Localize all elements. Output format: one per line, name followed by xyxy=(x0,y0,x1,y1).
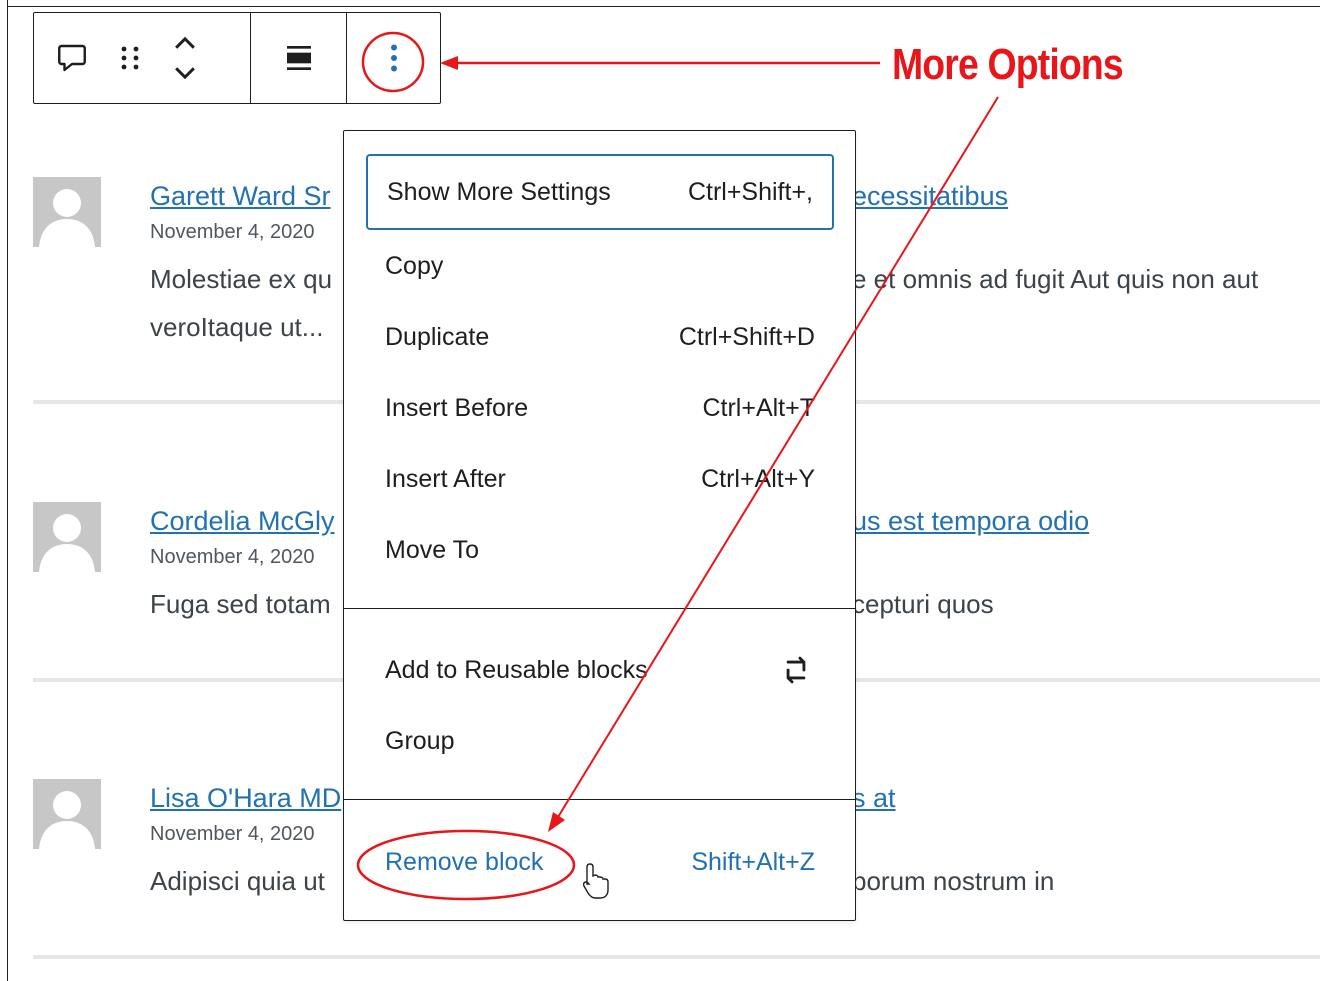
drag-handle-icon xyxy=(121,46,139,70)
comment-author-link[interactable]: Garett Ward Sr xyxy=(150,181,331,212)
avatar xyxy=(33,177,101,247)
annotation-label-more-options: More Options xyxy=(892,40,1124,89)
menu-item-label: Remove block xyxy=(385,847,544,876)
menu-item-label: Add to Reusable blocks xyxy=(385,655,648,684)
comment-excerpt-tail: cepturi quos xyxy=(852,589,994,619)
comment-excerpt: Molestiae ex qu veroItaque ut... xyxy=(150,255,332,351)
menu-item-group[interactable]: Group xyxy=(366,712,834,770)
menu-item-remove-block[interactable]: Remove block Shift+Alt+Z xyxy=(366,833,834,891)
align-icon xyxy=(286,46,311,70)
comment-excerpt: Fuga sed totam xyxy=(150,580,331,628)
comment-excerpt-line: Adipisci quia ut xyxy=(150,866,325,896)
comment-date: November 4, 2020 xyxy=(150,546,315,568)
comment-date: November 4, 2020 xyxy=(150,823,315,845)
menu-separator xyxy=(344,608,855,609)
menu-item-shortcut: Ctrl+Shift+, xyxy=(687,177,813,206)
comment-separator xyxy=(33,955,1320,959)
comment-author-link[interactable]: Cordelia McGly xyxy=(150,506,335,537)
toolbar-group-align xyxy=(250,13,346,103)
menu-item-shortcut: Shift+Alt+Z xyxy=(691,847,815,876)
block-options-menu: Show More Settings Ctrl+Shift+, Copy Dup… xyxy=(343,130,856,921)
avatar-placeholder-icon xyxy=(39,791,95,849)
menu-item-shortcut: Ctrl+Shift+D xyxy=(678,322,815,351)
menu-item-shortcut: Ctrl+Alt+T xyxy=(702,393,815,422)
move-up-down-icon xyxy=(175,36,195,80)
menu-item-add-to-reusable-blocks[interactable]: Add to Reusable blocks xyxy=(366,641,834,699)
menu-item-copy[interactable]: Copy xyxy=(366,237,834,295)
comment-author-link[interactable]: Lisa O'Hara MD xyxy=(150,783,341,814)
menu-separator xyxy=(344,799,855,800)
frame-border-top xyxy=(7,6,1320,7)
reusable-block-icon xyxy=(786,656,806,684)
toolbar-group-options xyxy=(346,13,440,103)
comment-excerpt: Adipisci quia ut xyxy=(150,857,325,905)
block-type-button[interactable] xyxy=(54,40,90,76)
menu-item-insert-after[interactable]: Insert After Ctrl+Alt+Y xyxy=(366,450,834,508)
avatar-placeholder-icon xyxy=(39,189,95,247)
avatar xyxy=(33,779,101,849)
avatar xyxy=(33,502,101,572)
menu-item-label: Move To xyxy=(385,535,480,564)
menu-item-shortcut: Ctrl+Alt+Y xyxy=(701,464,815,493)
block-toolbar xyxy=(33,12,441,104)
menu-item-label: Insert After xyxy=(385,464,506,493)
comment-excerpt-line: Molestiae ex qu xyxy=(150,264,333,294)
more-options-icon xyxy=(390,44,397,72)
menu-item-label: Insert Before xyxy=(385,393,529,422)
menu-item-label: Copy xyxy=(385,251,444,280)
menu-item-label: Group xyxy=(385,726,455,755)
comment-date: November 4, 2020 xyxy=(150,221,315,243)
comment-title-link[interactable]: ecessitatibus xyxy=(852,181,1008,212)
more-options-button[interactable] xyxy=(384,40,404,76)
menu-item-label: Duplicate xyxy=(385,322,490,351)
avatar-placeholder-icon xyxy=(39,514,95,572)
comment-title-link[interactable]: us est tempora odio xyxy=(852,506,1089,537)
drag-handle[interactable] xyxy=(118,40,142,76)
frame-border-left xyxy=(7,0,8,981)
align-button[interactable] xyxy=(283,42,315,74)
comment-excerpt-tail: borum nostrum in xyxy=(852,866,1055,896)
menu-item-insert-before[interactable]: Insert Before Ctrl+Alt+T xyxy=(366,379,834,437)
comment-icon xyxy=(58,44,86,72)
comment-excerpt-line: veroItaque ut... xyxy=(150,312,324,342)
menu-item-move-to[interactable]: Move To xyxy=(366,521,834,579)
comment-excerpt-tail: e et omnis ad fugit Aut quis non aut xyxy=(852,264,1259,294)
menu-item-show-more-settings[interactable]: Show More Settings Ctrl+Shift+, xyxy=(366,154,834,230)
comment-excerpt-line: Fuga sed totam xyxy=(150,589,331,619)
move-up-down-button[interactable] xyxy=(170,33,200,83)
annotation-arrowhead xyxy=(440,56,458,70)
toolbar-group-block xyxy=(34,13,250,103)
menu-item-duplicate[interactable]: Duplicate Ctrl+Shift+D xyxy=(366,308,834,366)
menu-item-label: Show More Settings xyxy=(387,177,611,206)
comment-title-link[interactable]: s at xyxy=(852,783,896,814)
